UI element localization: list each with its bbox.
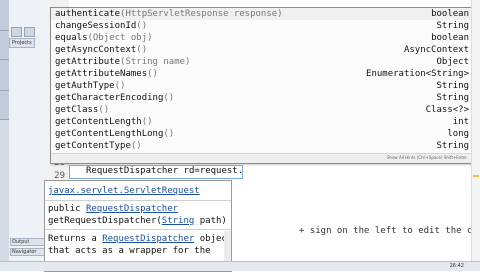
completion-method-name: getAuthType xyxy=(55,81,115,91)
completion-method-params: (String name) xyxy=(120,57,191,67)
caret-position: 26:42 xyxy=(449,263,464,269)
completion-return-type: String xyxy=(436,93,469,103)
completion-method-name: getAttributeNames xyxy=(55,69,148,79)
completion-item-signature: getContentLength() xyxy=(55,116,153,128)
completion-method-name: getContentLength xyxy=(55,117,142,127)
completion-method-params: (Object obj) xyxy=(87,33,153,43)
completion-return-type: long xyxy=(447,129,469,139)
completion-item-signature: getCharacterEncoding() xyxy=(55,92,174,104)
javadoc-class-link[interactable]: javax.servlet.ServletRequest xyxy=(48,186,200,196)
completion-item-signature: getAttributeNames() xyxy=(55,68,158,80)
completion-item[interactable]: getAttribute(String name) Object xyxy=(51,56,471,68)
completion-return-type: Class<?> xyxy=(425,105,469,115)
completion-method-name: getCharacterEncoding xyxy=(55,93,164,103)
files-vtab[interactable] xyxy=(0,31,9,60)
completion-item[interactable]: getClass() Class<?> xyxy=(51,104,471,116)
completion-method-name: getAttribute xyxy=(55,57,121,67)
palette-vtab[interactable] xyxy=(0,91,9,120)
completion-method-name: equals xyxy=(55,33,88,43)
description-text: Returns a xyxy=(48,234,103,244)
forward-icon[interactable] xyxy=(24,27,35,37)
completion-method-name: getClass xyxy=(55,105,99,115)
completion-method-params: () xyxy=(163,129,175,139)
signature-param-type-link[interactable]: String xyxy=(162,216,195,226)
completion-item-signature: getContentType() xyxy=(55,140,142,152)
description-link[interactable]: RequestDispatcher xyxy=(102,234,194,244)
completion-method-name: getContentLengthLong xyxy=(55,129,164,139)
completion-method-params: () xyxy=(163,93,175,103)
completion-item-signature: getContentLengthLong() xyxy=(55,128,174,140)
completion-return-type: String xyxy=(436,81,469,91)
completion-item-signature: changeSessionId() xyxy=(55,20,147,32)
completion-return-type: Object xyxy=(436,57,469,67)
editor-scrollbar[interactable] xyxy=(471,0,480,261)
completion-item[interactable]: getContentLengthLong() long xyxy=(51,128,471,140)
current-code-line[interactable]: RequestDispatcher rd=request. xyxy=(69,165,269,179)
completion-method-params: (HttpServletResponse response) xyxy=(120,9,283,19)
javadoc-popup[interactable]: javax.servlet.ServletRequest public Requ… xyxy=(44,180,232,272)
services-vtab[interactable] xyxy=(0,60,9,91)
editor-hint-text: + sign on the left to edit the code. xyxy=(299,226,480,236)
completion-item-signature: equals(Object obj) xyxy=(55,32,153,44)
completion-return-type: int xyxy=(452,117,469,127)
tab-projects[interactable]: Projects xyxy=(9,38,35,48)
output-tab[interactable]: Output xyxy=(10,238,48,246)
javadoc-description-line-1: Returns a RequestDispatcher object xyxy=(48,234,231,244)
completion-method-params: () xyxy=(114,81,126,91)
completion-method-params: () xyxy=(98,105,110,115)
completion-item[interactable]: getAsyncContext() AsyncContext xyxy=(51,44,471,56)
completion-item[interactable]: changeSessionId() String xyxy=(51,20,471,32)
completion-item[interactable]: getCharacterEncoding() String xyxy=(51,92,471,104)
completion-item[interactable]: authenticate(HttpServletResponse respons… xyxy=(51,8,471,20)
completion-return-type: Enumeration<String> xyxy=(366,69,469,79)
projects-panel: Projects Output Navigator xyxy=(9,0,48,270)
completion-return-type: boolean xyxy=(431,33,469,43)
completion-return-type: String xyxy=(436,21,469,31)
javadoc-description-line-2: that acts as a wrapper for the xyxy=(48,246,211,256)
code-completion-popup[interactable]: Show All Hints (Ctrl+Space) Shift+Enter … xyxy=(50,7,480,164)
completion-method-params: () xyxy=(136,21,148,31)
completion-item-signature: getAttribute(String name) xyxy=(55,56,190,68)
completion-method-name: getContentType xyxy=(55,141,131,151)
completion-method-params: () xyxy=(136,45,148,55)
completion-method-name: changeSessionId xyxy=(55,21,137,31)
completion-item-signature: getAuthType() xyxy=(55,80,125,92)
signature-param: path) xyxy=(194,216,227,226)
javadoc-divider-2 xyxy=(45,229,231,230)
completion-return-type: boolean xyxy=(431,9,469,19)
signature-return-link[interactable]: RequestDispatcher xyxy=(86,204,178,214)
projects-vtab[interactable] xyxy=(0,0,9,31)
completion-item-signature: getClass() xyxy=(55,104,109,116)
javadoc-divider xyxy=(45,200,231,201)
completion-method-name: authenticate xyxy=(55,9,121,19)
completion-item[interactable]: equals(Object obj) boolean xyxy=(51,32,471,44)
completion-method-params: () xyxy=(141,117,153,127)
error-stripe-mark[interactable] xyxy=(473,175,479,177)
completion-item-signature: getAsyncContext() xyxy=(55,44,147,56)
back-icon[interactable] xyxy=(11,27,22,37)
javadoc-signature-line-2: getRequestDispatcher(String path) xyxy=(48,216,227,226)
signature-method: getRequestDispatcher( xyxy=(48,216,162,226)
completion-item[interactable]: getContentLength() int xyxy=(51,116,471,128)
completion-item[interactable]: getAttributeNames() Enumeration<String> xyxy=(51,68,471,80)
signature-modifier: public xyxy=(48,204,86,214)
completion-method-params: () xyxy=(130,141,142,151)
navigator-tab[interactable]: Navigator xyxy=(10,248,48,256)
completion-return-type: String xyxy=(436,141,469,151)
completion-method-params: () xyxy=(147,69,158,79)
completion-item[interactable]: getContentType() String xyxy=(51,140,471,152)
code-line-text: RequestDispatcher rd=request. xyxy=(86,166,244,176)
completion-item[interactable]: getAuthType() String xyxy=(51,80,471,92)
completion-status-hint: Show All Hints (Ctrl+Space) Shift+Enter xyxy=(386,155,467,160)
javadoc-signature-line-1: public RequestDispatcher xyxy=(48,204,178,214)
completion-method-name: getAsyncContext xyxy=(55,45,137,55)
completion-status-bar: Show All Hints (Ctrl+Space) Shift+Enter xyxy=(51,153,471,163)
completion-return-type: AsyncContext xyxy=(403,45,469,55)
completion-item-signature: authenticate(HttpServletResponse respons… xyxy=(55,8,283,20)
